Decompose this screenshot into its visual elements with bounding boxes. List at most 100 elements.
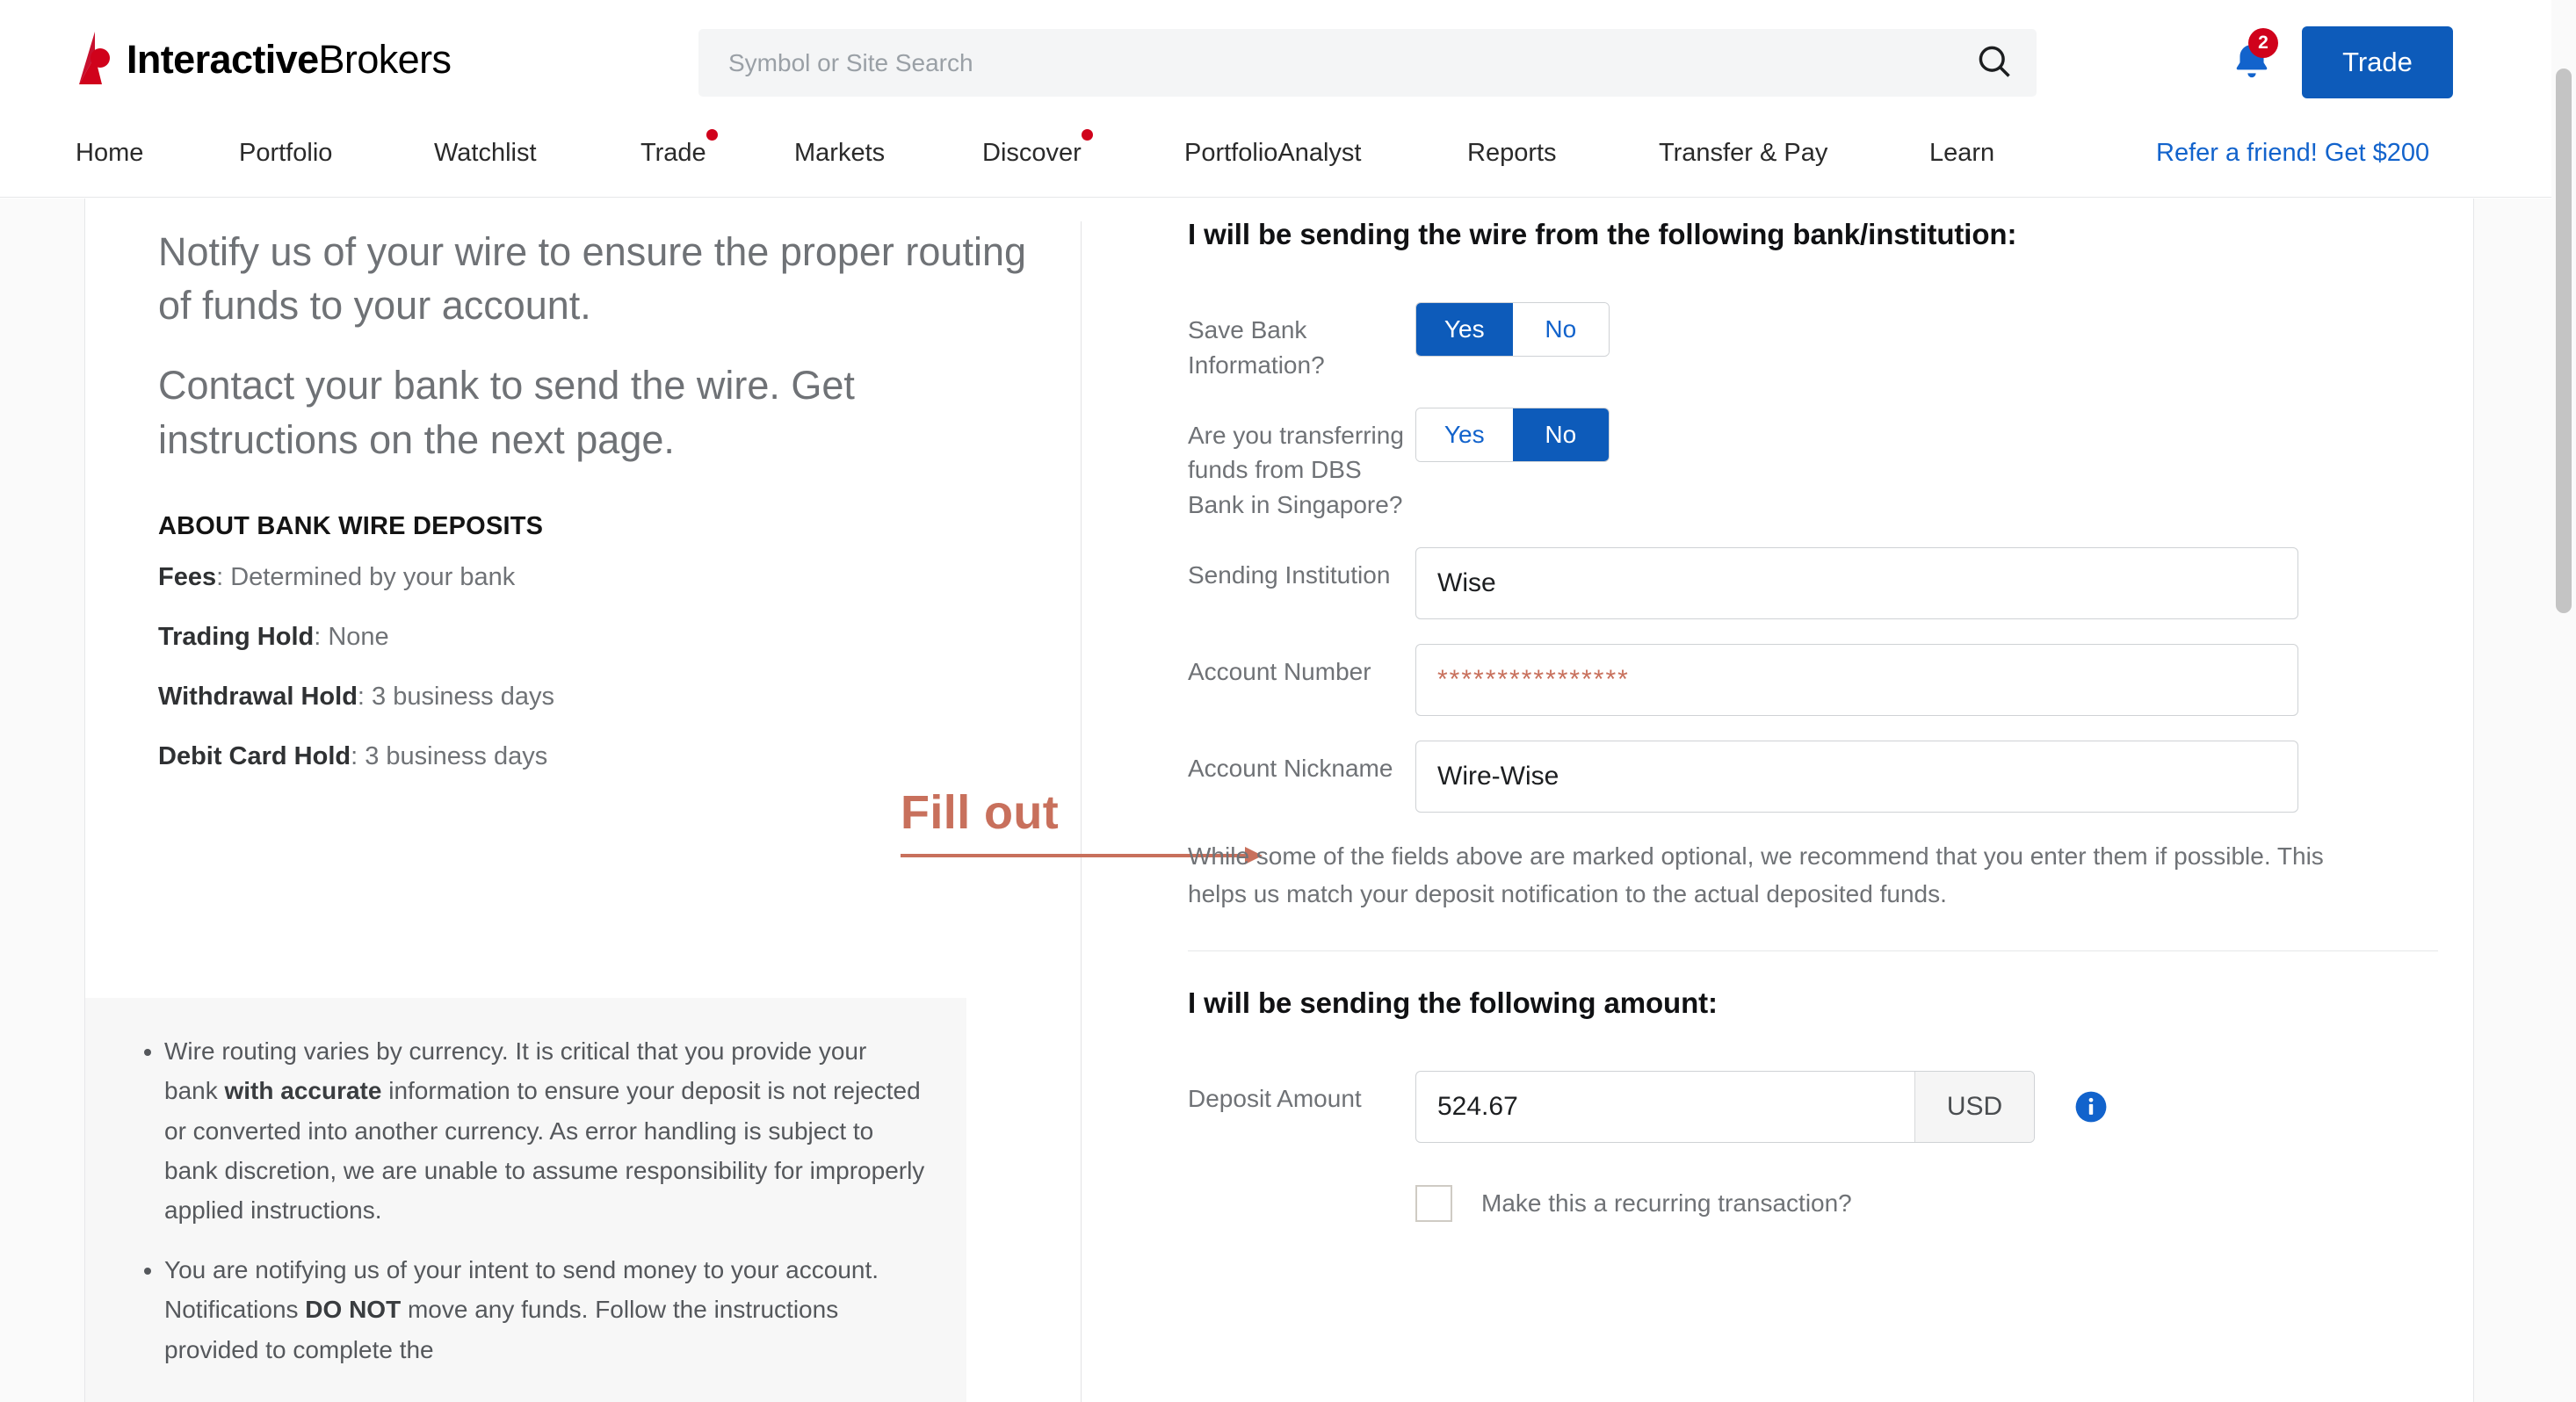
account-number-label: Account Number [1188, 657, 1371, 685]
left-info-column: Notify us of your wire to ensure the pro… [158, 225, 1037, 802]
about-row-label: Debit Card Hold [158, 741, 351, 770]
wire-deposit-form: I will be sending the wire from the foll… [1188, 218, 2438, 1222]
about-row-label: Fees [158, 562, 217, 591]
nav-item-label: Home [76, 139, 144, 167]
brand-wordmark: InteractiveBrokers [127, 36, 452, 82]
save-bank-toggle[interactable]: Yes No [1415, 302, 1610, 357]
save-bank-label: Save Bank Information? [1188, 316, 1325, 379]
bell-icon [2227, 41, 2276, 90]
nav-item-alert-dot-icon [706, 129, 718, 141]
note-list-item: You are notifying us of your intent to s… [164, 1250, 926, 1369]
about-row-label: Trading Hold [158, 622, 315, 651]
nav-item-label: Portfolio [239, 139, 333, 167]
row-account-number: Account Number [1188, 643, 2435, 716]
nav-item-reports[interactable]: Reports [1467, 139, 1557, 168]
brand-name-light: Brokers [318, 36, 452, 82]
about-row-value: : Determined by your bank [216, 562, 516, 591]
about-row: Withdrawal Hold: 3 business days [158, 683, 1037, 712]
about-row-label: Withdrawal Hold [158, 682, 358, 711]
note-text-emphasis: DO NOT [305, 1296, 402, 1324]
nav-item-alert-dot-icon [1081, 129, 1093, 141]
row-save-bank-information: Save Bank Information? Yes No [1188, 302, 2435, 383]
nav-item-label: Markets [794, 139, 886, 167]
interactive-brokers-logo-icon [76, 32, 114, 86]
dbs-transfer-toggle[interactable]: Yes No [1415, 407, 1610, 462]
nav-item-trade[interactable]: Trade [640, 129, 718, 168]
account-nickname-label: Account Nickname [1188, 754, 1393, 782]
save-bank-no-option[interactable]: No [1512, 303, 1609, 356]
nav-item-label: Reports [1467, 139, 1557, 167]
page-scrollbar-track[interactable] [2551, 0, 2576, 1402]
nav-item-portfolio[interactable]: Portfolio [239, 139, 332, 168]
nav-item-home[interactable]: Home [76, 139, 143, 168]
section-heading-amount: I will be sending the following amount: [1188, 986, 1718, 1019]
info-icon[interactable] [2074, 1090, 2108, 1124]
nav-item-markets[interactable]: Markets [794, 139, 885, 168]
row-sending-institution: Sending Institution [1188, 546, 2435, 619]
optional-fields-hint: While some of the fields above are marke… [1188, 842, 2324, 908]
notifications-button[interactable]: 2 [2227, 28, 2280, 91]
row-deposit-amount: Deposit Amount USD [1188, 1070, 2435, 1143]
search-input[interactable] [698, 48, 1952, 77]
top-header-bar: InteractiveBrokers 2 Trade [0, 0, 2576, 130]
about-row: Fees: Determined by your bank [158, 563, 1037, 592]
note-text-emphasis: with accurate [224, 1077, 382, 1105]
nav-item-label: Transfer & Pay [1659, 139, 1828, 167]
note-list-item: Wire routing varies by currency. It is c… [164, 1031, 926, 1231]
deposit-amount-field[interactable]: USD [1415, 1070, 2035, 1143]
about-row: Debit Card Hold: 3 business days [158, 742, 1037, 771]
currency-suffix: USD [1914, 1071, 2034, 1142]
recurring-transaction-row: Make this a recurring transaction? [1415, 1184, 2435, 1222]
deposit-amount-input[interactable] [1416, 1071, 1914, 1142]
about-row-value: : 3 business days [357, 682, 554, 711]
dbs-yes-option[interactable]: Yes [1416, 408, 1513, 461]
sending-institution-label: Sending Institution [1188, 560, 1391, 589]
nav-item-transfer-pay[interactable]: Transfer & Pay [1659, 139, 1827, 168]
section-divider [1188, 950, 2438, 951]
notes-list: Wire routing varies by currency. It is c… [126, 1031, 926, 1369]
nav-item-label: Watchlist [434, 139, 537, 167]
deposit-amount-group: USD [1415, 1070, 2108, 1143]
save-bank-yes-option[interactable]: Yes [1416, 303, 1513, 356]
lede-paragraph-1: Notify us of your wire to ensure the pro… [158, 229, 1027, 329]
nav-item-learn[interactable]: Learn [1929, 139, 1994, 168]
dbs-no-option[interactable]: No [1512, 408, 1609, 461]
main-navigation: Home Portfolio Watchlist Trade Markets Discov… [0, 114, 2576, 198]
brand-logo[interactable]: InteractiveBrokers [76, 32, 452, 86]
about-heading: ABOUT BANK WIRE DEPOSITS [158, 511, 544, 540]
nav-item-label: Discover [982, 139, 1082, 167]
notification-count-badge: 2 [2248, 28, 2278, 58]
recurring-transaction-label: Make this a recurring transaction? [1481, 1189, 1852, 1217]
brand-name-bold: Interactive [127, 36, 319, 82]
page-body: Notify us of your wire to ensure the pro… [0, 199, 2576, 1402]
trade-button[interactable]: Trade [2302, 26, 2453, 98]
account-nickname-input[interactable] [1415, 740, 2298, 813]
deposit-amount-label: Deposit Amount [1188, 1084, 1362, 1112]
lede-paragraph-2: Contact your bank to send the wire. Get … [158, 363, 855, 462]
refer-a-friend-link[interactable]: Refer a friend! Get $200 [2156, 139, 2429, 168]
account-number-input[interactable] [1415, 643, 2298, 716]
nav-item-label: Learn [1929, 139, 1995, 167]
row-dbs-transfer: Are you transferring funds from DBS Bank… [1188, 407, 2435, 523]
wire-notes-box: Wire routing varies by currency. It is c… [85, 998, 966, 1402]
site-search-box[interactable] [698, 29, 2037, 97]
page-scrollbar-thumb[interactable] [2556, 69, 2572, 613]
about-row-value: : None [314, 622, 389, 651]
about-row-value: : 3 business days [351, 741, 548, 770]
dbs-transfer-label: Are you transferring funds from DBS Bank… [1188, 421, 1404, 519]
nav-item-label: PortfolioAnalyst [1184, 139, 1362, 167]
recurring-transaction-checkbox[interactable] [1415, 1184, 1452, 1222]
search-button[interactable] [1952, 29, 2037, 97]
about-rows-list: Fees: Determined by your bank Trading Hol… [158, 563, 1037, 771]
sending-institution-input[interactable] [1415, 546, 2298, 619]
row-account-nickname: Account Nickname [1188, 740, 2435, 813]
search-icon [1975, 42, 2014, 83]
nav-item-portfolioanalyst[interactable]: PortfolioAnalyst [1184, 139, 1362, 168]
column-divider [1081, 221, 1082, 1402]
nav-item-discover[interactable]: Discover [982, 129, 1093, 168]
nav-item-watchlist[interactable]: Watchlist [434, 139, 537, 168]
section-heading-bank: I will be sending the wire from the foll… [1188, 218, 2017, 250]
about-row: Trading Hold: None [158, 623, 1037, 652]
nav-item-label: Trade [640, 139, 706, 167]
content-card: Notify us of your wire to ensure the pro… [84, 199, 2474, 1402]
